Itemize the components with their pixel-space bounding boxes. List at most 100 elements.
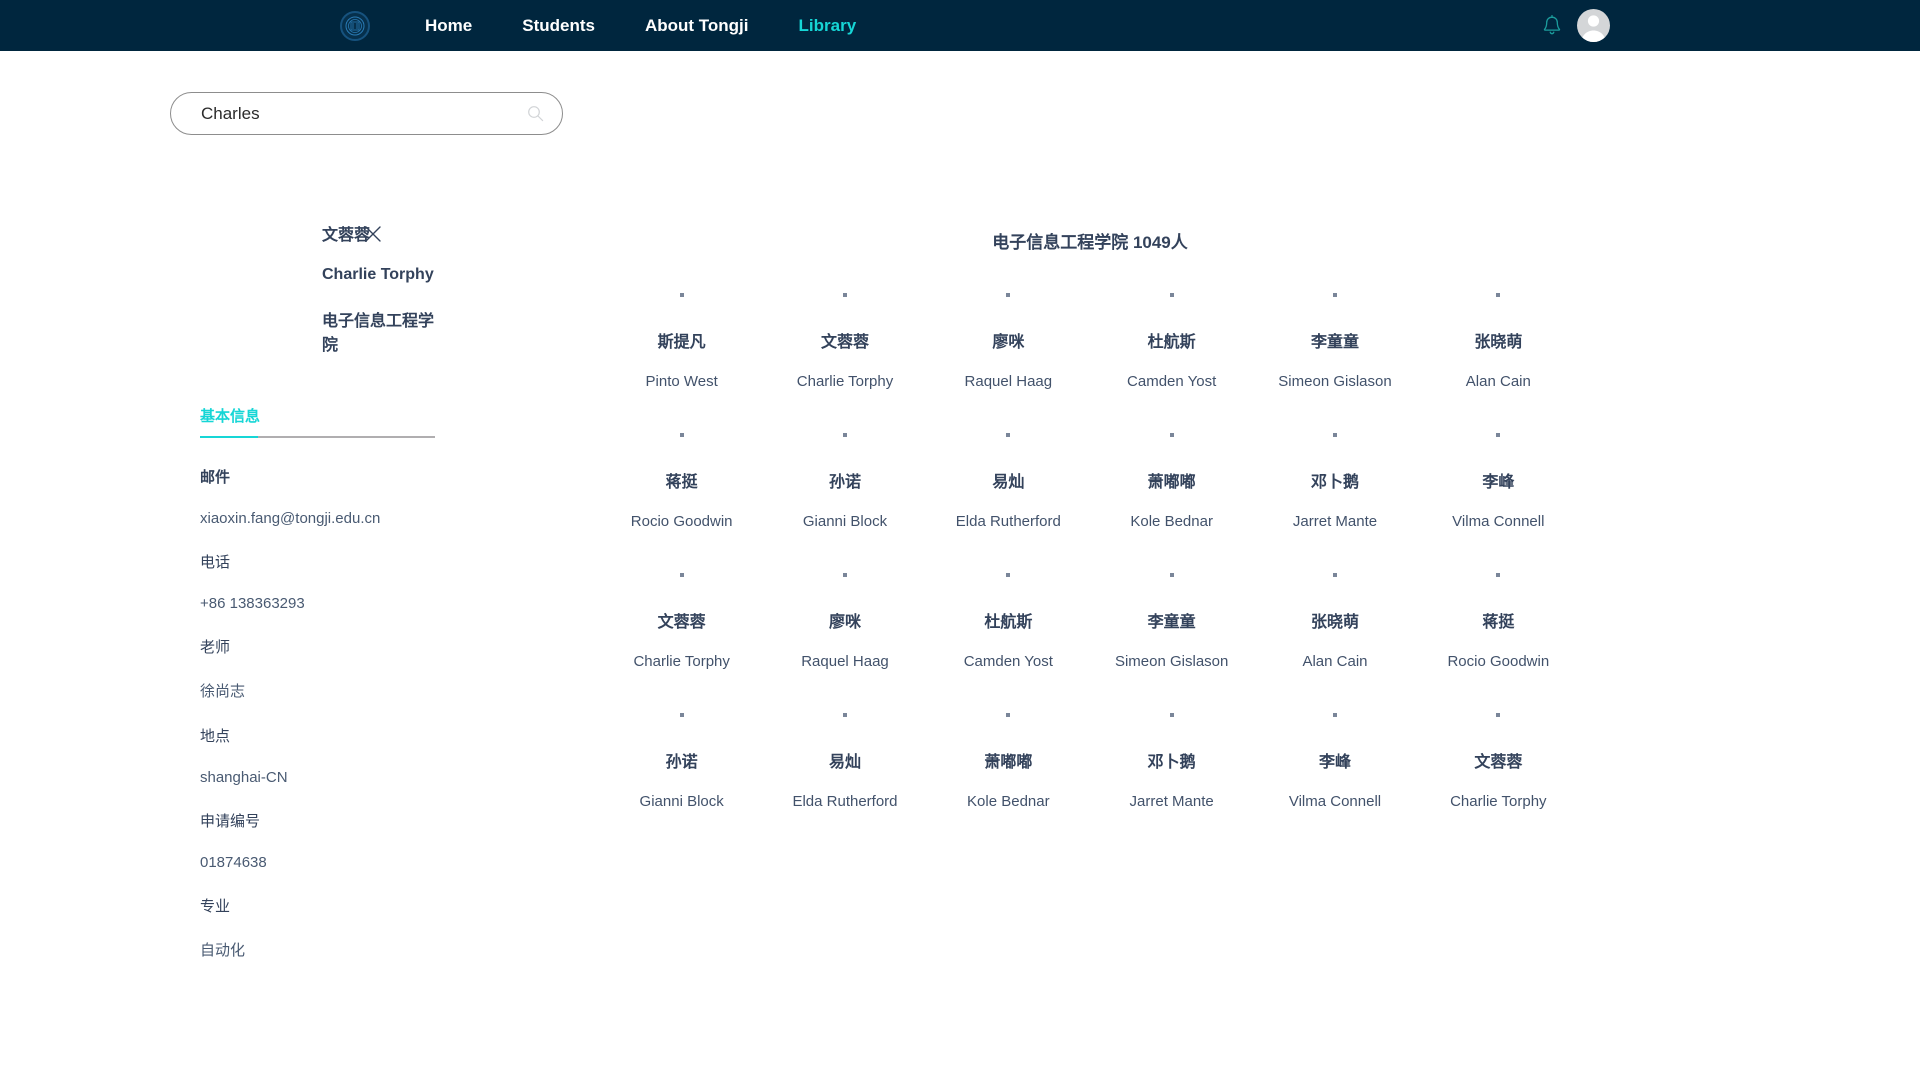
- person-card[interactable]: 杜航斯 Camden Yost: [927, 573, 1090, 669]
- person-cn-name: 邓卜鹅: [1148, 755, 1196, 771]
- person-card[interactable]: 斯提凡Pinto West: [600, 293, 763, 389]
- person-card[interactable]: 易灿 Elda Rutherford: [763, 713, 926, 809]
- person-en-name: Vilma Connell: [1289, 794, 1381, 809]
- person-avatar-placeholder-icon: [1496, 573, 1500, 577]
- person-detail-panel: 文蓉蓉 Charlie Torphy 电子信息工程学院 基本信息 邮件 xiao…: [200, 228, 440, 984]
- person-cn-name: 易灿: [829, 755, 861, 771]
- person-card[interactable]: 廖咪Raquel Haag: [763, 573, 926, 669]
- person-en-name: Raquel Haag: [965, 374, 1053, 389]
- person-en-name: Elda Rutherford: [792, 794, 897, 809]
- person-avatar-placeholder-icon: [1006, 433, 1010, 437]
- person-en-name: Alan Cain: [1302, 654, 1367, 669]
- nav-link-students[interactable]: Students: [497, 0, 620, 51]
- person-card[interactable]: 张晓萌Alan Cain: [1417, 293, 1580, 389]
- tab-basic-info[interactable]: 基本信息: [200, 405, 260, 436]
- info-value-email: xiaoxin.fang@tongji.edu.cn: [200, 510, 440, 527]
- person-en-name: Rocio Goodwin: [1447, 654, 1549, 669]
- person-card[interactable]: 文蓉蓉Charlie Torphy: [763, 293, 926, 389]
- person-en-name: Simeon Gislason: [1115, 654, 1228, 669]
- info-value-application-number: 01874638: [200, 854, 440, 871]
- close-icon[interactable]: [361, 222, 385, 246]
- person-en-name: Pinto West: [646, 374, 718, 389]
- person-avatar-placeholder-icon: [1333, 433, 1337, 437]
- info-key-location: 地点: [200, 725, 440, 746]
- page-title: 电子信息工程学院 1049人: [600, 228, 1580, 253]
- person-cn-name: 文蓉蓉: [1474, 755, 1522, 771]
- person-card[interactable]: 蒋挺Rocio Goodwin: [600, 433, 763, 529]
- person-card[interactable]: 张晓萌 Alan Cain: [1253, 573, 1416, 669]
- person-en-name: Gianni Block: [640, 794, 724, 809]
- person-avatar-placeholder-icon: [680, 573, 684, 577]
- search-icon[interactable]: [527, 105, 544, 122]
- person-en-name: Simeon Gislason: [1278, 374, 1391, 389]
- person-card[interactable]: 李峰Vilma Connell: [1253, 713, 1416, 809]
- person-card[interactable]: 杜航斯Camden Yost: [1090, 293, 1253, 389]
- person-card[interactable]: 邓卜鹅 Jarret Mante: [1253, 433, 1416, 529]
- info-value-teacher: 徐尚志: [200, 680, 440, 701]
- person-avatar-placeholder-icon: [843, 433, 847, 437]
- person-cn-name: 邓卜鹅: [1311, 475, 1359, 491]
- person-card[interactable]: 李童童Simeon Gislason: [1253, 293, 1416, 389]
- info-key-email: 邮件: [200, 466, 440, 487]
- person-cn-name: 廖咪: [992, 335, 1024, 351]
- person-avatar-placeholder-icon: [1496, 713, 1500, 717]
- person-cn-name: 文蓉蓉: [658, 615, 706, 631]
- person-en-name: Camden Yost: [1127, 374, 1216, 389]
- person-cn-name: 张晓萌: [1311, 615, 1359, 631]
- person-card[interactable]: 孙诺 Gianni Block: [600, 713, 763, 809]
- person-card[interactable]: 邓卜鹅 Jarret Mante: [1090, 713, 1253, 809]
- person-avatar-placeholder-icon: [680, 713, 684, 717]
- person-avatar-placeholder-icon: [1170, 433, 1174, 437]
- info-key-phone: 电话: [200, 551, 440, 572]
- person-avatar-placeholder-icon: [680, 433, 684, 437]
- person-avatar-placeholder-icon: [1170, 573, 1174, 577]
- user-avatar-icon[interactable]: [1577, 9, 1610, 42]
- top-navbar: Home Students About Tongji Library: [0, 0, 1920, 51]
- detail-header: 文蓉蓉: [200, 228, 440, 244]
- info-value-major: 自动化: [200, 939, 440, 960]
- person-avatar-placeholder-icon: [1333, 713, 1337, 717]
- person-card[interactable]: 蒋挺Rocio Goodwin: [1417, 573, 1580, 669]
- people-grid: 斯提凡Pinto West文蓉蓉Charlie Torphy廖咪Raquel H…: [600, 293, 1580, 809]
- person-en-name: Jarret Mante: [1293, 514, 1377, 529]
- person-card[interactable]: 易灿 Elda Rutherford: [927, 433, 1090, 529]
- person-card[interactable]: 李峰Vilma Connell: [1417, 433, 1580, 529]
- person-card[interactable]: 萧嘟嘟Kole Bednar: [927, 713, 1090, 809]
- nav-link-about-tongji[interactable]: About Tongji: [620, 0, 774, 51]
- person-en-name: Kole Bednar: [967, 794, 1050, 809]
- person-avatar-placeholder-icon: [1170, 713, 1174, 717]
- person-en-name: Jarret Mante: [1130, 794, 1214, 809]
- nav-link-library[interactable]: Library: [774, 0, 882, 51]
- nav-link-home[interactable]: Home: [400, 0, 497, 51]
- person-en-name: Camden Yost: [964, 654, 1053, 669]
- tongji-crest-icon[interactable]: [340, 11, 370, 41]
- person-cn-name: 杜航斯: [984, 615, 1032, 631]
- person-en-name: Kole Bednar: [1130, 514, 1213, 529]
- info-value-location: shanghai-CN: [200, 769, 440, 786]
- navbar-right-actions: [1541, 0, 1610, 51]
- person-en-name: Elda Rutherford: [956, 514, 1061, 529]
- detail-cn-name: 文蓉蓉: [200, 228, 440, 244]
- search-box[interactable]: [170, 92, 563, 135]
- person-cn-name: 萧嘟嘟: [1148, 475, 1196, 491]
- person-avatar-placeholder-icon: [843, 573, 847, 577]
- person-card[interactable]: 萧嘟嘟 Kole Bednar: [1090, 433, 1253, 529]
- person-card[interactable]: 廖咪 Raquel Haag: [927, 293, 1090, 389]
- person-cn-name: 廖咪: [829, 615, 861, 631]
- search-input[interactable]: [201, 93, 527, 134]
- person-cn-name: 孙诺: [666, 755, 698, 771]
- person-en-name: Charlie Torphy: [797, 374, 893, 389]
- person-card[interactable]: 文蓉蓉Charlie Torphy: [1417, 713, 1580, 809]
- detail-tabs: 基本信息: [200, 405, 435, 438]
- info-key-teacher: 老师: [200, 636, 440, 657]
- person-card[interactable]: 文蓉蓉Charlie Torphy: [600, 573, 763, 669]
- person-cn-name: 易灿: [992, 475, 1024, 491]
- info-value-phone: +86 138363293: [200, 595, 440, 612]
- person-card[interactable]: 李童童Simeon Gislason: [1090, 573, 1253, 669]
- person-card[interactable]: 孙诺Gianni Block: [763, 433, 926, 529]
- info-key-application-number: 申请编号: [200, 810, 440, 831]
- person-avatar-placeholder-icon: [1006, 713, 1010, 717]
- person-cn-name: 蒋挺: [666, 475, 698, 491]
- bell-icon[interactable]: [1541, 14, 1563, 38]
- person-avatar-placeholder-icon: [1496, 433, 1500, 437]
